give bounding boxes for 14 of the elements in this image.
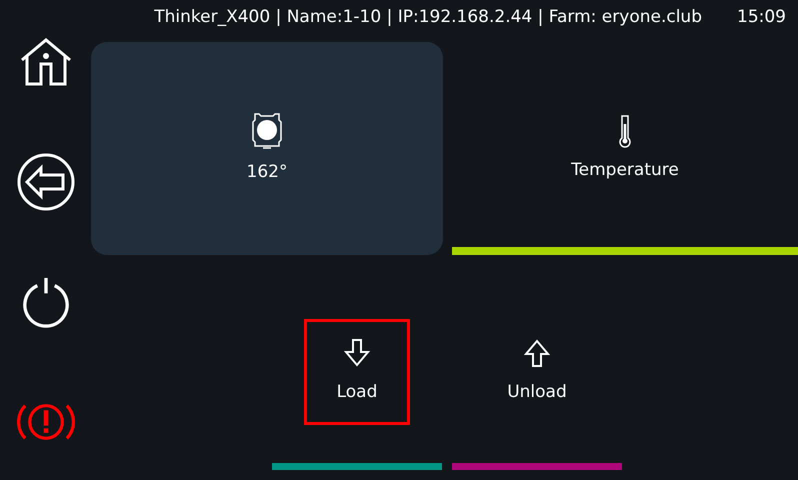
- tile-label: 162°: [246, 160, 288, 184]
- home-icon[interactable]: [18, 38, 72, 86]
- action-button[interactable]: Unload: [484, 319, 590, 425]
- tile-button[interactable]: Temperature: [452, 42, 798, 255]
- clock-time: 15:09: [737, 6, 786, 29]
- status-info: Thinker_X400 | Name:1-10 | IP:192.168.2.44 | Farm: eryone.club: [154, 6, 702, 29]
- thermometer-icon: [618, 114, 632, 148]
- tile-label: Temperature: [571, 158, 679, 182]
- up-arrow-icon: [523, 338, 551, 368]
- down-arrow-icon: [343, 338, 371, 368]
- tile-button[interactable]: 162°: [91, 42, 443, 255]
- action-button[interactable]: Load: [304, 319, 410, 425]
- nozzle-icon: [251, 112, 283, 150]
- power-icon[interactable]: [20, 276, 70, 328]
